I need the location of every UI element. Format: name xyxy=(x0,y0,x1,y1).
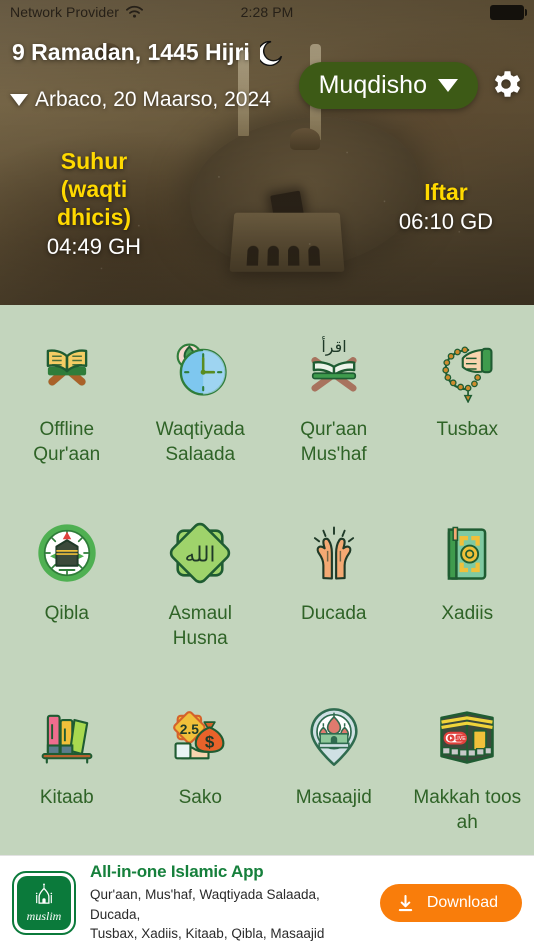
crescent-moon-icon xyxy=(259,40,282,66)
iftar-block: Iftar 06:10 GD xyxy=(382,178,510,235)
grid-item-label: Kitaab xyxy=(39,787,94,808)
feature-grid: Offline Qur'aan Waqtiyada Salaada اقرأ Q… xyxy=(0,305,534,855)
svg-text:اقرأ: اقرأ xyxy=(321,336,346,357)
svg-text:$: $ xyxy=(205,733,215,752)
grid-item-label: Qur'aan Mus'haf xyxy=(300,419,368,466)
grid-item-qibla[interactable]: Qibla xyxy=(0,505,134,689)
praying-hands-icon xyxy=(298,517,370,589)
muslim-app-logo-icon: muslim xyxy=(12,871,76,935)
ad-description: Qur'aan, Mus'haf, Waqtiyada Salaada, Duc… xyxy=(90,887,325,942)
svg-text:الله: الله xyxy=(185,543,216,568)
hero-header: Network Provider 2:28 PM 9 Ramadan, 1445… xyxy=(0,0,534,305)
grid-item-waqtiyada-salaada[interactable]: Waqtiyada Salaada xyxy=(134,321,268,505)
grid-item-quraan-mushaf[interactable]: اقرأ Qur'aan Mus'haf xyxy=(267,321,401,505)
mosque-glyph-icon xyxy=(35,883,53,904)
grid-row: Kitaab 2.5 $ Sako Masaajid LIVE Makkah t… xyxy=(0,689,534,873)
gear-icon[interactable] xyxy=(488,66,524,102)
grid-item-offline-quraan[interactable]: Offline Qur'aan xyxy=(0,321,134,505)
grid-item-kitaab[interactable]: Kitaab xyxy=(0,689,134,873)
status-bar: Network Provider 2:28 PM xyxy=(0,0,534,24)
download-arrow-icon xyxy=(398,894,412,911)
wifi-icon xyxy=(125,5,143,18)
city-selector-button[interactable]: Muqdisho xyxy=(298,62,478,109)
ad-banner[interactable]: muslim All-in-one Islamic App Qur'aan, M… xyxy=(0,855,534,950)
ad-text-block: All-in-one Islamic App Qur'aan, Mus'haf,… xyxy=(90,862,372,944)
grid-item-label: Offline Qur'aan xyxy=(33,419,101,466)
svg-text:2.5: 2.5 xyxy=(180,721,200,737)
carrier-label: Network Provider xyxy=(10,4,119,20)
caret-down-icon xyxy=(10,94,28,106)
grid-item-label: Makkah toos ah xyxy=(413,787,522,834)
grid-item-label: Xadiis xyxy=(441,603,494,624)
svg-text:LIVE: LIVE xyxy=(455,736,467,742)
prayer-clock-icon xyxy=(164,333,236,405)
bookshelf-icon xyxy=(31,701,103,773)
iftar-time: 06:10 GD xyxy=(398,209,494,235)
hijri-date-row: 9 Ramadan, 1445 Hijri xyxy=(12,38,288,66)
caret-down-icon xyxy=(438,79,458,92)
battery-icon xyxy=(490,4,527,20)
mosque-map-pin-icon xyxy=(298,701,370,773)
gregorian-date-label: Arbaco, 20 Maarso, 2024 xyxy=(35,88,271,111)
download-label: Download xyxy=(426,894,498,911)
zakat-money-bag-icon: 2.5 $ xyxy=(164,701,236,773)
kaaba-live-icon: LIVE xyxy=(431,701,503,773)
qibla-compass-icon xyxy=(31,517,103,589)
grid-row: Offline Qur'aan Waqtiyada Salaada اقرأ Q… xyxy=(0,321,534,505)
grid-item-ducada[interactable]: Ducada xyxy=(267,505,401,689)
grid-row: Qibla الله Asmaul Husna Ducada Xadiis xyxy=(0,505,534,689)
grid-item-sako[interactable]: 2.5 $ Sako xyxy=(134,689,268,873)
grid-item-xadiis[interactable]: Xadiis xyxy=(401,505,534,689)
grid-item-asmaul-husna[interactable]: الله Asmaul Husna xyxy=(134,505,268,689)
prayer-beads-hand-icon xyxy=(431,333,503,405)
grid-item-label: Masaajid xyxy=(295,787,372,808)
suhur-time: 04:49 GH xyxy=(46,234,142,260)
grid-item-label: Tusbax xyxy=(436,419,499,440)
hijri-date-label: 9 Ramadan, 1445 Hijri xyxy=(12,38,250,65)
quran-on-rehal-icon: اقرأ xyxy=(298,333,370,405)
grid-item-makkah-toos-ah[interactable]: LIVE Makkah toos ah xyxy=(401,689,534,873)
hadith-book-icon xyxy=(431,517,503,589)
grid-item-label: Ducada xyxy=(301,603,367,624)
grid-item-tusbax[interactable]: Tusbax xyxy=(401,321,534,505)
grid-item-label: Sako xyxy=(178,787,222,808)
allah-star-icon: الله xyxy=(164,517,236,589)
gregorian-date-row[interactable]: Arbaco, 20 Maarso, 2024 xyxy=(10,88,271,112)
open-quran-book-icon xyxy=(31,333,103,405)
suhur-label: Suhur (waqti dhicis) xyxy=(56,148,132,231)
download-button[interactable]: Download xyxy=(379,884,522,922)
grid-item-label: Qibla xyxy=(44,603,89,624)
ad-title: All-in-one Islamic App xyxy=(90,862,264,882)
logo-wordmark: muslim xyxy=(26,909,62,923)
grid-item-label: Asmaul Husna xyxy=(168,603,232,650)
city-label: Muqdisho xyxy=(318,71,427,99)
grid-item-label: Waqtiyada Salaada xyxy=(155,419,245,466)
iftar-label: Iftar xyxy=(424,179,468,205)
grid-item-masaajid[interactable]: Masaajid xyxy=(267,689,401,873)
suhur-block: Suhur (waqti dhicis) 04:49 GH xyxy=(34,147,154,260)
